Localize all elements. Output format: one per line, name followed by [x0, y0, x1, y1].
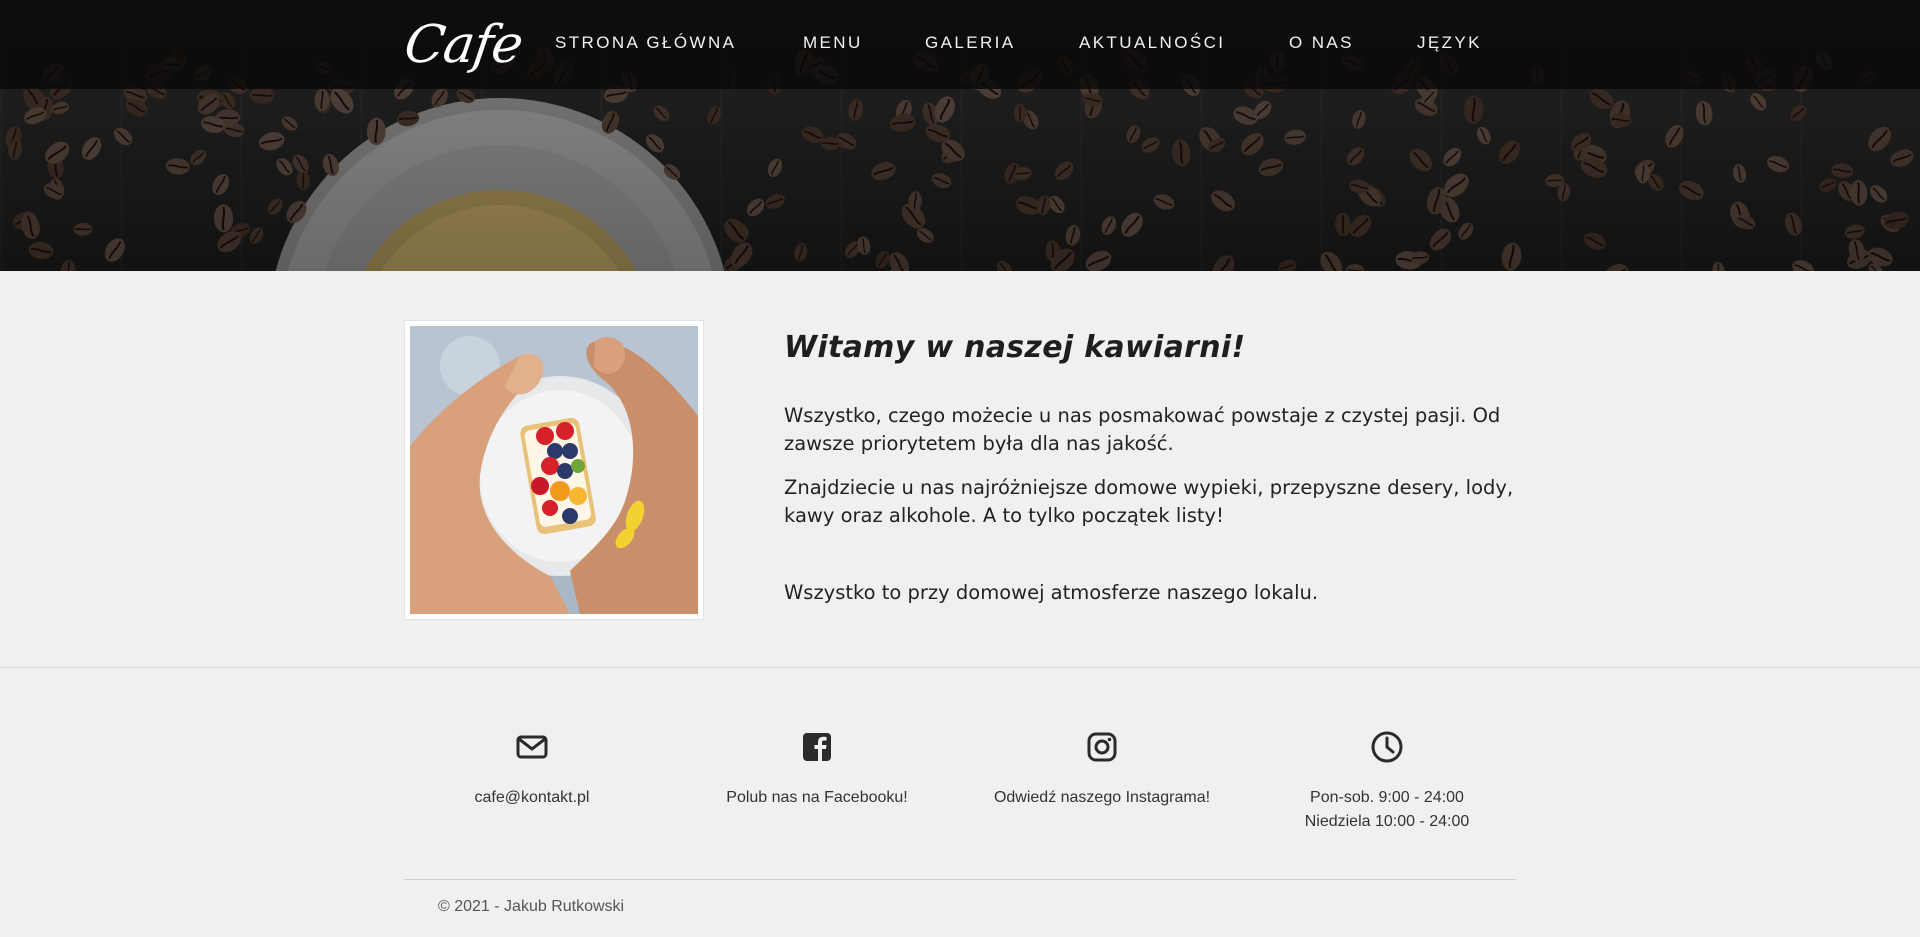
- facebook-icon: [803, 733, 831, 761]
- footer-facebook[interactable]: Polub nas na Facebooku!: [667, 730, 967, 810]
- opening-hours: Pon-sob. 9:00 - 24:00 Niedziela 10:00 - …: [1237, 786, 1537, 834]
- dessert-hands-image: [410, 326, 698, 614]
- hours-weekdays: Pon-sob. 9:00 - 24:00: [1310, 789, 1464, 806]
- welcome-photo: [405, 321, 703, 619]
- navbar: Cafe STRONA GŁÓWNA MENU GALERIA AKTUALNO…: [0, 0, 1920, 89]
- copyright: © 2021 - Jakub Rutkowski: [438, 898, 625, 915]
- footer-hours: Pon-sob. 9:00 - 24:00 Niedziela 10:00 - …: [1237, 730, 1537, 834]
- email-link[interactable]: cafe@kontakt.pl: [382, 786, 682, 810]
- main-nav: STRONA GŁÓWNA MENU GALERIA AKTUALNOŚCI O…: [0, 0, 1920, 89]
- clock-icon: [1371, 731, 1403, 763]
- section-divider: [0, 667, 1920, 668]
- instagram-link[interactable]: Odwiedź naszego Instagrama!: [952, 786, 1252, 810]
- envelope-icon: [516, 735, 548, 759]
- footer-instagram[interactable]: Odwiedź naszego Instagrama!: [952, 730, 1252, 810]
- welcome-title: Witamy w naszej kawiarni!: [784, 330, 1246, 365]
- footer-divider: [404, 879, 1516, 880]
- nav-news[interactable]: AKTUALNOŚCI: [1079, 33, 1225, 53]
- hours-sunday: Niedziela 10:00 - 24:00: [1304, 813, 1470, 830]
- nav-about[interactable]: O NAS: [1289, 33, 1354, 53]
- facebook-link[interactable]: Polub nas na Facebooku!: [667, 786, 967, 810]
- instagram-icon: [1087, 732, 1117, 762]
- intro-paragraph-3: Wszystko to przy domowej atmosferze nasz…: [784, 581, 1319, 604]
- intro-paragraph-2: Znajdziecie u nas najróżniejsze domowe w…: [784, 476, 1514, 527]
- footer-email[interactable]: cafe@kontakt.pl: [382, 730, 682, 810]
- nav-home[interactable]: STRONA GŁÓWNA: [555, 33, 736, 53]
- intro-paragraph-1: Wszystko, czego możecie u nas posmakować…: [784, 404, 1501, 455]
- nav-gallery[interactable]: GALERIA: [925, 33, 1016, 53]
- nav-language[interactable]: JĘZYK: [1417, 33, 1482, 53]
- nav-menu[interactable]: MENU: [803, 33, 863, 53]
